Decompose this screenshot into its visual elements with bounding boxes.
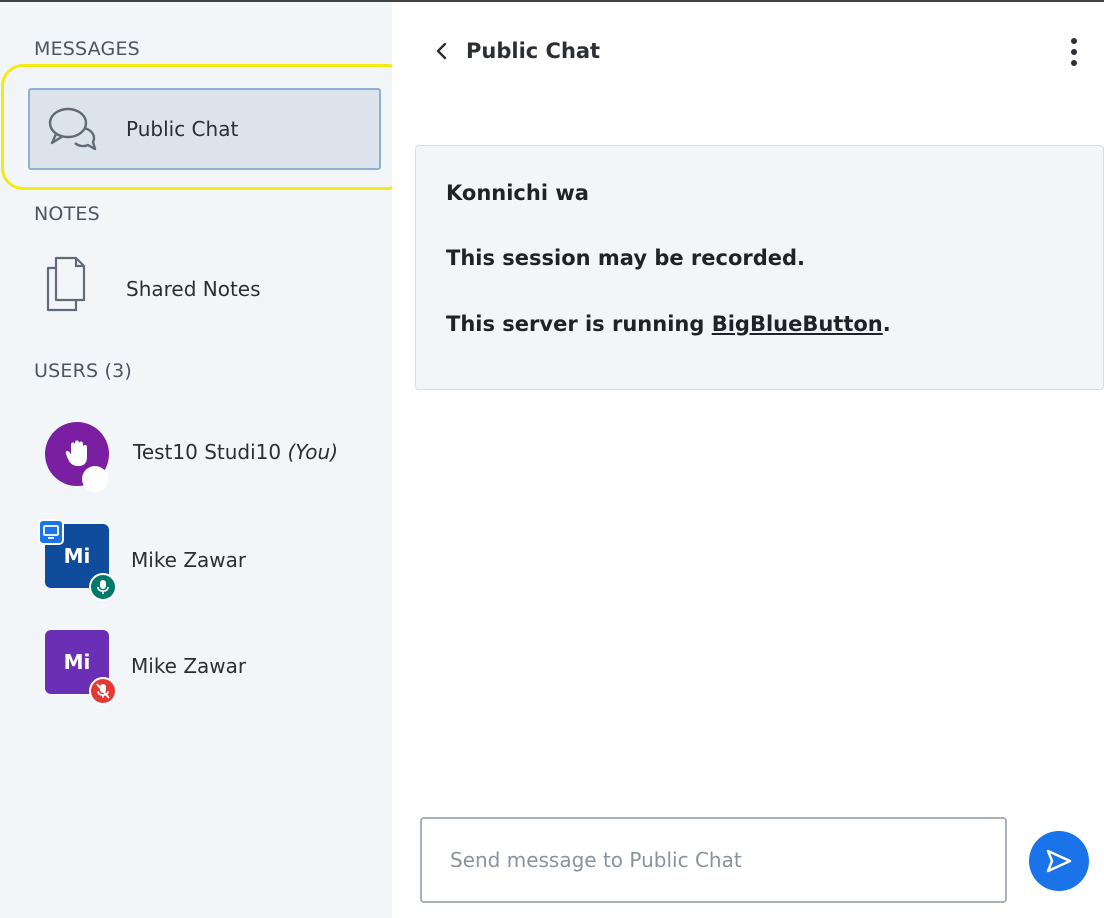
shared-notes-item[interactable]: Shared Notes [28,250,381,330]
public-chat-label: Public Chat [126,117,239,141]
raised-hand-icon [65,440,87,466]
messages-section-title: MESSAGES [34,38,140,60]
chevron-left-icon[interactable] [432,38,452,64]
presenter-badge [38,519,64,545]
microphone-muted-icon [96,683,110,699]
sidebar: MESSAGES Public Chat NOTES Shared Notes … [0,2,409,918]
user-list-item[interactable]: Mi Mike Zawar [0,518,392,601]
send-button[interactable] [1029,831,1089,891]
chat-bubbles-icon [48,107,97,151]
mic-muted-badge [89,677,117,705]
users-section-title: USERS (3) [34,360,132,382]
server-info-text: This server is running [446,311,712,336]
microphone-icon [97,580,109,594]
chat-title: Public Chat [466,39,601,63]
shared-notes-label: Shared Notes [126,277,261,301]
user-name: Test10 Studi10 (You) [133,440,338,464]
user-name-text: Test10 Studi10 [133,440,282,464]
message-input[interactable] [420,817,1007,903]
server-info-end: . [882,311,891,336]
you-label: (You) [287,440,339,464]
monitor-icon [43,525,59,539]
welcome-line: This session may be recorded. [446,246,806,271]
chat-panel: Public Chat Konnichi wa This session may… [392,2,1104,918]
send-icon [1046,849,1072,873]
welcome-message: Konnichi wa This session may be recorded… [415,145,1104,390]
avatar-initials: Mi [63,650,91,674]
avatar-initials: Mi [63,544,91,568]
user-list-item[interactable]: Mi Mike Zawar [0,624,392,705]
chat-header[interactable]: Public Chat [432,38,600,64]
user-name: Mike Zawar [131,548,247,572]
user-list-item[interactable]: Test10 Studi10 (You) [0,416,392,496]
notes-section-title: NOTES [34,203,100,225]
mic-on-badge [89,573,117,601]
document-icon [46,256,86,312]
user-name: Mike Zawar [131,654,247,678]
bigbluebutton-link[interactable]: BigBlueButton [712,312,883,336]
server-info: This server is running BigBlueButton. [446,311,1073,338]
app-window: MESSAGES Public Chat NOTES Shared Notes … [0,0,1104,918]
kebab-menu-icon[interactable] [1068,36,1080,68]
public-chat-item[interactable]: Public Chat [28,88,381,170]
welcome-line: Konnichi wa [446,181,589,205]
avatar-notch [82,466,108,492]
